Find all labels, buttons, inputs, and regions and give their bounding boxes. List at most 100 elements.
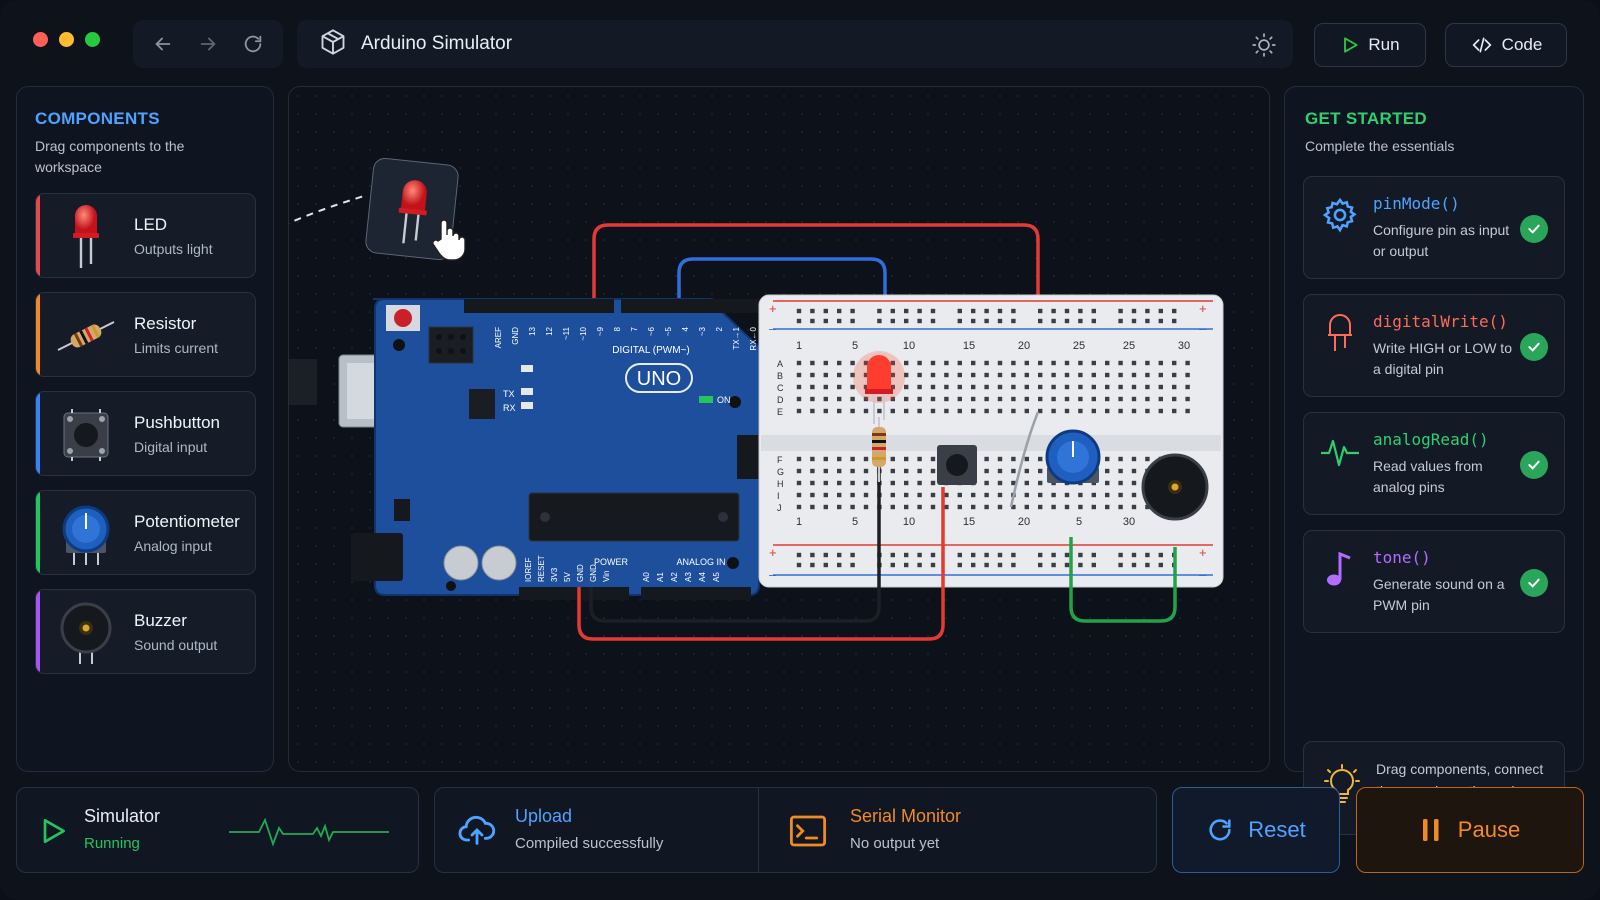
task-card-analogread[interactable]: analogRead() Read values from analog pin… xyxy=(1303,412,1565,515)
simulator-title: Simulator xyxy=(84,806,161,826)
pin-label: A3 xyxy=(684,572,693,582)
pin-label: 30 xyxy=(1123,516,1135,528)
pin-label: 25 xyxy=(1073,340,1085,352)
pin-label: 10 xyxy=(903,516,915,528)
serial-monitor-status[interactable]: Serial Monitor No output yet xyxy=(758,787,1157,873)
svg-text:–: – xyxy=(769,321,777,336)
run-button[interactable]: Run xyxy=(1314,23,1426,67)
pin-label: RX←0 xyxy=(749,326,758,350)
check-icon xyxy=(1520,451,1548,479)
pin-label: ~6 xyxy=(647,326,656,336)
pin-label: A5 xyxy=(712,572,721,582)
reset-icon xyxy=(1209,819,1231,841)
play-icon xyxy=(1344,37,1358,53)
component-desc: Sound output xyxy=(134,637,218,653)
svg-text:+: + xyxy=(769,301,777,316)
waveform-icon xyxy=(1320,431,1360,471)
pin-label: J xyxy=(777,503,782,513)
pin-label: ~5 xyxy=(664,326,673,336)
accent-bar xyxy=(36,491,40,574)
serial-monitor-title: Serial Monitor xyxy=(850,806,962,826)
workspace-canvas[interactable]: UNO DIGITAL (PWM~) ON TX RX POWER ANALOG… xyxy=(288,86,1270,772)
task-description: Read values from analog pins xyxy=(1373,458,1483,495)
board-digital-label: DIGITAL (PWM~) xyxy=(612,345,690,356)
accent-bar xyxy=(36,194,40,277)
led-icon xyxy=(54,202,118,272)
breadboard[interactable]: + – + – + – + – xyxy=(758,294,1224,588)
board-uno-label: UNO xyxy=(637,368,681,390)
pin-label: GND xyxy=(589,564,598,582)
music-note-icon xyxy=(1320,549,1360,589)
pause-button[interactable]: Pause xyxy=(1356,787,1584,873)
pin-label: Vin xyxy=(602,571,611,582)
reset-label: Reset xyxy=(1248,817,1306,842)
pin-label: E xyxy=(777,407,783,417)
component-name: Buzzer xyxy=(134,611,187,630)
component-name: Pushbutton xyxy=(134,413,221,432)
placed-buzzer[interactable] xyxy=(1141,453,1209,521)
svg-text:–: – xyxy=(769,567,777,582)
task-function-name: pinMode() xyxy=(1373,194,1460,213)
pin-label: ~10 xyxy=(579,326,588,340)
component-desc: Digital input xyxy=(134,439,208,455)
pin-label: A xyxy=(777,359,783,369)
reload-icon[interactable] xyxy=(238,29,268,59)
task-card-tone[interactable]: tone() Generate sound on a PWM pin xyxy=(1303,530,1565,633)
pin-label: 1 xyxy=(796,516,802,528)
forward-icon[interactable] xyxy=(193,29,223,59)
pin-label: C xyxy=(777,383,784,393)
pin-label: GND xyxy=(576,564,585,582)
upload-status[interactable]: Upload Compiled successfully xyxy=(434,787,759,873)
simulator-status[interactable]: Simulator Running xyxy=(16,787,419,873)
pin-label: IOREF xyxy=(524,557,533,582)
accent-bar xyxy=(36,392,40,475)
component-led[interactable]: LED Outputs light xyxy=(35,193,256,278)
placed-potentiometer[interactable] xyxy=(1045,429,1101,485)
pin-label: 5 xyxy=(852,516,858,528)
sun-icon[interactable] xyxy=(1251,32,1277,63)
run-label: Run xyxy=(1368,35,1400,54)
back-icon[interactable] xyxy=(148,29,178,59)
get-started-subtitle: Complete the essentials xyxy=(1305,138,1455,154)
pin-label: 25 xyxy=(1123,340,1135,352)
placed-pushbutton[interactable] xyxy=(937,445,977,485)
pin-label: 15 xyxy=(963,516,975,528)
component-potentiometer[interactable]: Potentiometer Analog input xyxy=(35,490,256,575)
maximize-window-button[interactable] xyxy=(85,32,100,47)
task-function-name: tone() xyxy=(1373,548,1431,567)
component-pushbutton[interactable]: Pushbutton Digital input xyxy=(35,391,256,476)
task-card-pinmode[interactable]: pinMode() Configure pin as input or outp… xyxy=(1303,176,1565,279)
pin-label: A1 xyxy=(656,572,665,582)
component-name: Resistor xyxy=(134,314,197,333)
pause-label: Pause xyxy=(1457,817,1521,842)
pin-label: 5V xyxy=(563,572,572,582)
task-description: Write HIGH or LOW to a digital pin xyxy=(1373,340,1512,377)
task-card-digitalwrite[interactable]: digitalWrite() Write HIGH or LOW to a di… xyxy=(1303,294,1565,397)
task-function-name: digitalWrite() xyxy=(1373,312,1508,331)
component-resistor[interactable]: Resistor Limits current xyxy=(35,292,256,377)
close-window-button[interactable] xyxy=(33,32,48,47)
gear-icon xyxy=(1320,195,1360,235)
pin-label: 7 xyxy=(630,326,639,331)
svg-text:+: + xyxy=(1199,301,1207,316)
accent-bar xyxy=(36,590,40,673)
board-rx-label: RX xyxy=(503,403,516,413)
component-name: LED xyxy=(134,215,168,234)
board-tx-label: TX xyxy=(503,389,515,399)
component-desc: Analog input xyxy=(134,538,212,554)
code-button[interactable]: Code xyxy=(1445,23,1567,67)
pin-label: ~3 xyxy=(698,326,707,336)
app-window: Arduino Simulator Run Code COMPONENTS Dr… xyxy=(0,0,1600,900)
minimize-window-button[interactable] xyxy=(59,32,74,47)
component-buzzer[interactable]: Buzzer Sound output xyxy=(35,589,256,674)
get-started-heading: GET STARTED xyxy=(1305,109,1427,128)
pause-icon xyxy=(1422,819,1439,841)
svg-text:+: + xyxy=(769,545,777,560)
reset-button[interactable]: Reset xyxy=(1172,787,1340,873)
check-icon xyxy=(1520,569,1548,597)
svg-text:–: – xyxy=(1199,321,1207,336)
play-icon xyxy=(37,814,69,853)
potentiometer-icon xyxy=(54,499,118,569)
arduino-uno-board[interactable] xyxy=(289,298,763,600)
pin-label: G xyxy=(777,467,784,477)
